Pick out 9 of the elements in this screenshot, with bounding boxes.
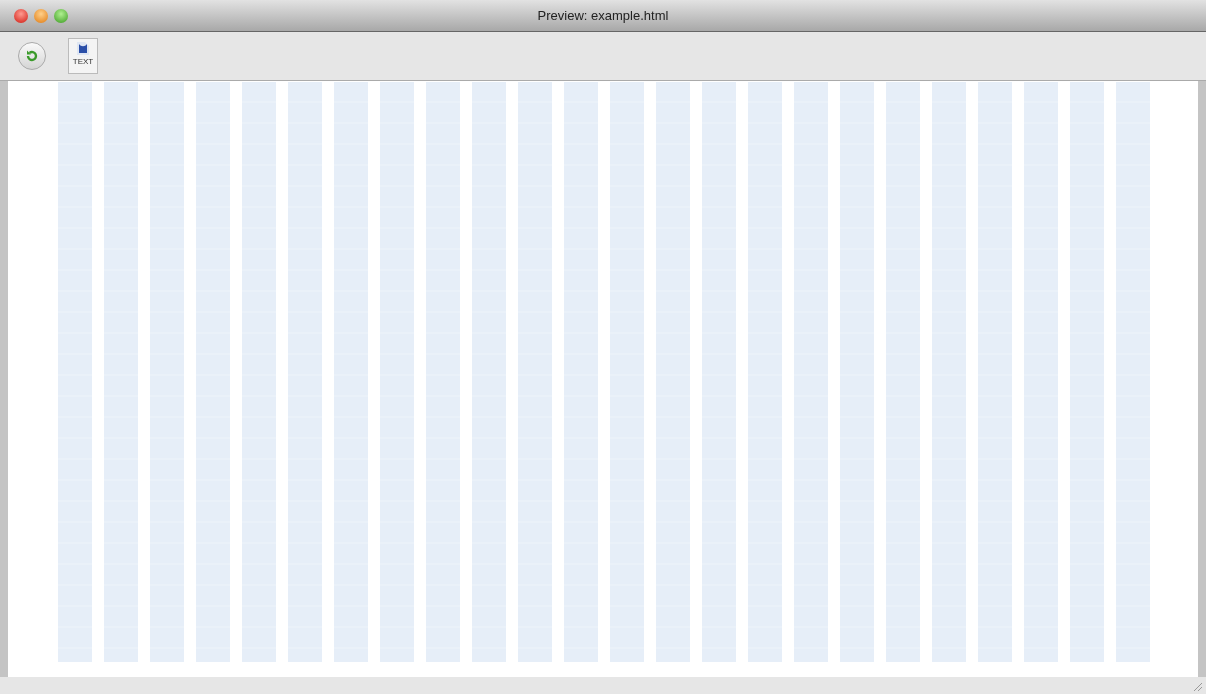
text-document-button[interactable]: TEXT [68,38,98,74]
minimize-button[interactable] [34,9,48,23]
refresh-icon [24,48,40,64]
window-title: Preview: example.html [537,8,669,23]
zoom-button[interactable] [54,9,68,23]
document-icon [74,40,92,56]
close-button[interactable] [14,9,28,23]
resize-grip-icon[interactable] [1191,680,1203,692]
refresh-button[interactable] [18,42,46,70]
